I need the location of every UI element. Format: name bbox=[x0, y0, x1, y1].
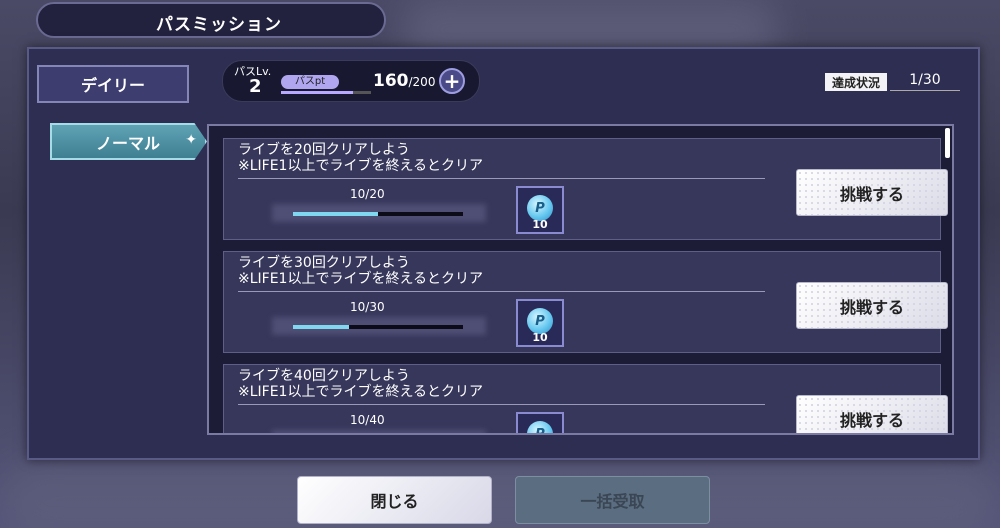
mission-item: ライブを20回クリアしよう ※LIFE1以上でライブを終えるとクリア 10/20… bbox=[223, 138, 948, 240]
reward-quantity: 10 bbox=[532, 218, 548, 231]
mission-title: ライブを40回クリアしよう bbox=[238, 368, 410, 384]
mission-title: ライブを30回クリアしよう bbox=[238, 255, 410, 271]
mission-note: ※LIFE1以上でライブを終えるとクリア bbox=[238, 271, 484, 287]
pass-pt-coin-icon: P bbox=[527, 421, 553, 433]
mission-divider bbox=[238, 178, 765, 179]
mission-note: ※LIFE1以上でライブを終えるとクリア bbox=[238, 384, 484, 400]
reward-item[interactable]: P 10 bbox=[516, 299, 564, 347]
progress-glow bbox=[272, 430, 486, 433]
background-blur bbox=[0, 460, 1000, 528]
mission-title: ライブを20回クリアしよう bbox=[238, 142, 410, 158]
pass-level-bar: パスLv. 2 パスpt 160/200 + bbox=[222, 60, 480, 102]
mission-divider bbox=[238, 291, 765, 292]
scrollbar-thumb[interactable] bbox=[945, 128, 950, 158]
pass-pt-max: /200 bbox=[408, 75, 436, 89]
sparkle-icon: ✦ bbox=[185, 132, 197, 148]
mission-progress-fill bbox=[293, 325, 350, 329]
mission-note: ※LIFE1以上でライブを終えるとクリア bbox=[238, 158, 484, 174]
challenge-button[interactable]: 挑戦する bbox=[796, 282, 948, 329]
mission-item: ライブを40回クリアしよう ※LIFE1以上でライブを終えるとクリア 10/40… bbox=[223, 364, 948, 433]
mission-progress-track bbox=[293, 325, 463, 329]
page-title: パスミッション bbox=[156, 15, 282, 35]
achievement-label: 達成状況 bbox=[825, 73, 887, 91]
pass-level-value: 2 bbox=[249, 76, 262, 97]
tab-daily[interactable]: デイリー bbox=[37, 65, 189, 103]
bulk-receive-button[interactable]: 一括受取 bbox=[515, 476, 710, 524]
mission-progress-text: 10/40 bbox=[350, 413, 385, 427]
close-button[interactable]: 閉じる bbox=[297, 476, 492, 524]
mission-progress-fill bbox=[293, 212, 378, 216]
plus-icon: + bbox=[443, 69, 461, 93]
reward-quantity: 10 bbox=[532, 331, 548, 344]
add-pass-pt-button[interactable]: + bbox=[439, 68, 465, 94]
reward-item[interactable]: P 10 bbox=[516, 186, 564, 234]
tab-normal-label: ノーマル bbox=[96, 133, 161, 153]
achievement-value: 1/30 bbox=[890, 72, 960, 91]
mission-item: ライブを30回クリアしよう ※LIFE1以上でライブを終えるとクリア 10/30… bbox=[223, 251, 948, 353]
pass-pt-label: パスpt bbox=[281, 75, 339, 89]
reward-item[interactable]: P 10 bbox=[516, 412, 564, 433]
pass-pt-fill bbox=[281, 91, 353, 94]
challenge-button[interactable]: 挑戦する bbox=[796, 169, 948, 216]
mission-list[interactable]: ライブを20回クリアしよう ※LIFE1以上でライブを終えるとクリア 10/20… bbox=[207, 124, 954, 435]
mission-divider bbox=[238, 404, 765, 405]
pass-pt-track bbox=[281, 91, 371, 94]
mission-progress-text: 10/30 bbox=[350, 300, 385, 314]
pass-pt-value: 160/200 bbox=[373, 71, 435, 91]
pass-pt-current: 160 bbox=[373, 71, 409, 91]
mission-progress-track bbox=[293, 212, 463, 216]
mission-progress-text: 10/20 bbox=[350, 187, 385, 201]
title-tab: パスミッション bbox=[36, 2, 386, 38]
tab-normal[interactable]: ノーマル ✦ bbox=[50, 123, 207, 160]
challenge-button[interactable]: 挑戦する bbox=[796, 395, 948, 433]
